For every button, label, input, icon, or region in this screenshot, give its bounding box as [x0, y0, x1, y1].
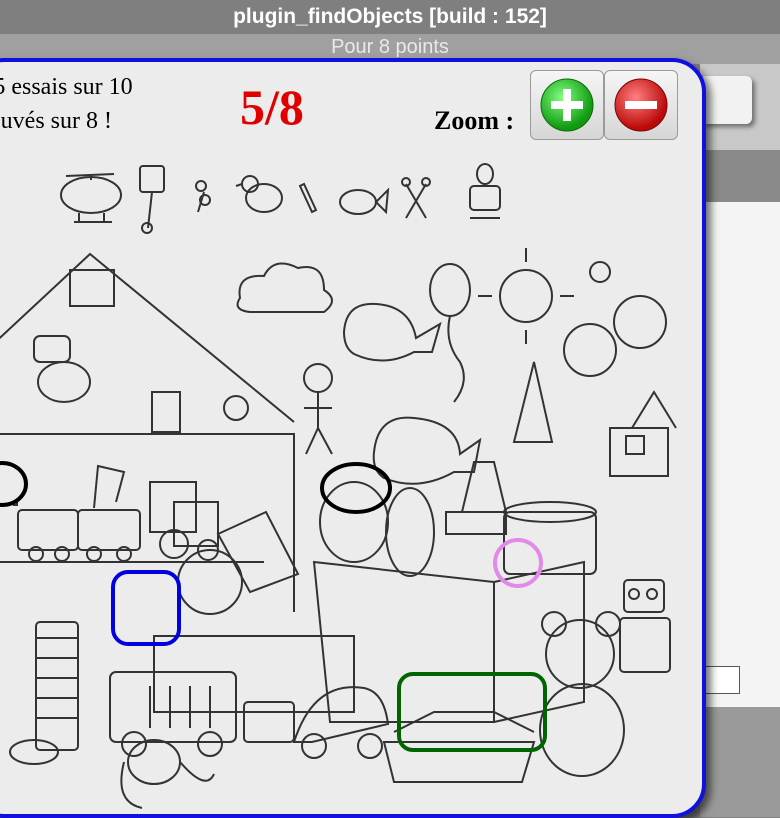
target-pencil[interactable] — [298, 182, 318, 214]
zoom-in-button[interactable] — [530, 70, 604, 140]
bear-robot — [539, 579, 671, 777]
background-header — [700, 150, 780, 202]
target-chick[interactable] — [235, 175, 283, 213]
window-title: plugin_findObjects [build : 152] — [0, 0, 780, 34]
found-marker-robot — [111, 570, 181, 646]
background-footer — [700, 707, 780, 817]
target-drumsticks[interactable] — [401, 177, 431, 219]
found-text: trouvés sur 8 ! — [0, 108, 112, 134]
found-marker-wind-up-key — [493, 538, 543, 588]
cloud-whale-balloon — [236, 248, 677, 485]
background-input[interactable] — [704, 666, 740, 694]
target-spade[interactable] — [139, 165, 165, 234]
attempts-text: it 5 essais sur 10 — [0, 74, 133, 100]
toy-shelf — [0, 252, 355, 757]
target-strip — [60, 163, 501, 234]
plus-icon — [540, 78, 594, 132]
window-subtitle: Pour 8 points — [331, 36, 449, 58]
minus-icon — [614, 78, 668, 132]
zoom-label: Zoom : — [434, 106, 515, 135]
scene-picture[interactable] — [0, 62, 702, 814]
bottom-toys — [9, 686, 536, 809]
target-fish[interactable] — [339, 187, 390, 215]
zoom-out-button[interactable] — [604, 70, 678, 140]
game-dialog: it 5 essais sur 10 trouvés sur 8 ! 5/8 Z… — [0, 58, 706, 818]
background-content — [700, 202, 780, 707]
found-marker-pencil — [0, 461, 28, 507]
background-button[interactable] — [700, 76, 752, 124]
target-robot[interactable] — [469, 163, 501, 219]
target-helicopter[interactable] — [60, 173, 122, 223]
toy-box — [312, 361, 597, 723]
found-marker-fish — [320, 462, 392, 514]
target-wind-up-key[interactable] — [195, 180, 211, 213]
score-display: 5/8 — [240, 79, 304, 135]
